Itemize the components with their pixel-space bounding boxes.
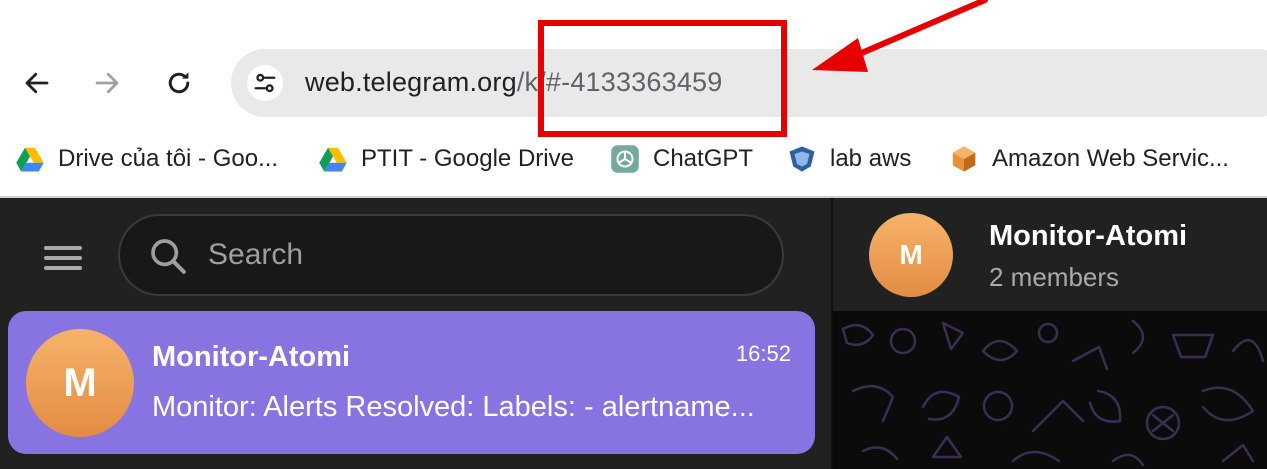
chat-background [833,311,1267,469]
site-info-button[interactable] [247,65,283,101]
search-box[interactable] [118,214,784,296]
google-drive-icon [317,143,349,175]
annotation-highlight-box [538,20,787,137]
aws-lab-icon [786,143,818,175]
members-count: 2 members [989,262,1120,292]
bookmark-label: Drive của tôi - Goo... [58,145,279,172]
arrow-right-icon [95,72,119,94]
hamburger-line [44,246,82,250]
bookmark-aws[interactable]: Amazon Web Servic... [948,142,1229,176]
google-drive-icon [14,143,46,175]
avatar: M [869,213,953,297]
hamburger-line [44,256,82,260]
hamburger-line [44,266,82,270]
bookmark-lab-aws[interactable]: lab aws [786,142,911,176]
avatar: M [26,329,134,437]
chat-pane: M Monitor-Atomi 2 members [833,198,1267,469]
url-host: web.telegram.org [305,67,517,97]
bookmark-label: lab aws [830,145,912,172]
bookmark-chatgpt[interactable]: ChatGPT [609,142,753,176]
menu-button[interactable] [40,238,86,278]
chat-list-pane: M Monitor-Atomi 16:52 Monitor: Alerts Re… [0,198,831,469]
doodle-pattern [841,319,1265,467]
chat-list-item[interactable]: M Monitor-Atomi 16:52 Monitor: Alerts Re… [8,311,815,454]
chat-name: Monitor-Atomi [152,341,351,373]
search-icon [151,239,186,274]
chat-title: Monitor-Atomi [989,220,1188,252]
browser-toolbar: web.telegram.org/k/#-4133363459 Drive củ… [0,0,1267,196]
arrow-left-icon [25,72,49,94]
bookmarks-bar: Drive của tôi - Goo... PTIT - Google Dri… [0,136,1267,180]
bookmark-drive[interactable]: Drive của tôi - Goo... [14,142,278,176]
search-input[interactable] [208,234,748,276]
bookmark-label: PTIT - Google Drive [361,145,574,172]
chatgpt-icon [609,143,641,175]
bookmark-ptit-drive[interactable]: PTIT - Google Drive [317,142,574,176]
telegram-app: M Monitor-Atomi 16:52 Monitor: Alerts Re… [0,198,1267,469]
chat-header[interactable]: M Monitor-Atomi 2 members [833,198,1267,311]
reload-icon [168,72,190,94]
forward-button[interactable] [82,58,132,108]
chat-time: 16:52 [735,341,791,366]
reload-button[interactable] [154,58,204,108]
bookmark-label: Amazon Web Servic... [992,145,1229,172]
aws-cube-icon [948,143,980,175]
bookmark-label: ChatGPT [653,145,754,172]
chat-preview: Monitor: Alerts Resolved: Labels: - aler… [152,391,755,423]
back-button[interactable] [12,58,62,108]
tune-icon [254,73,276,93]
